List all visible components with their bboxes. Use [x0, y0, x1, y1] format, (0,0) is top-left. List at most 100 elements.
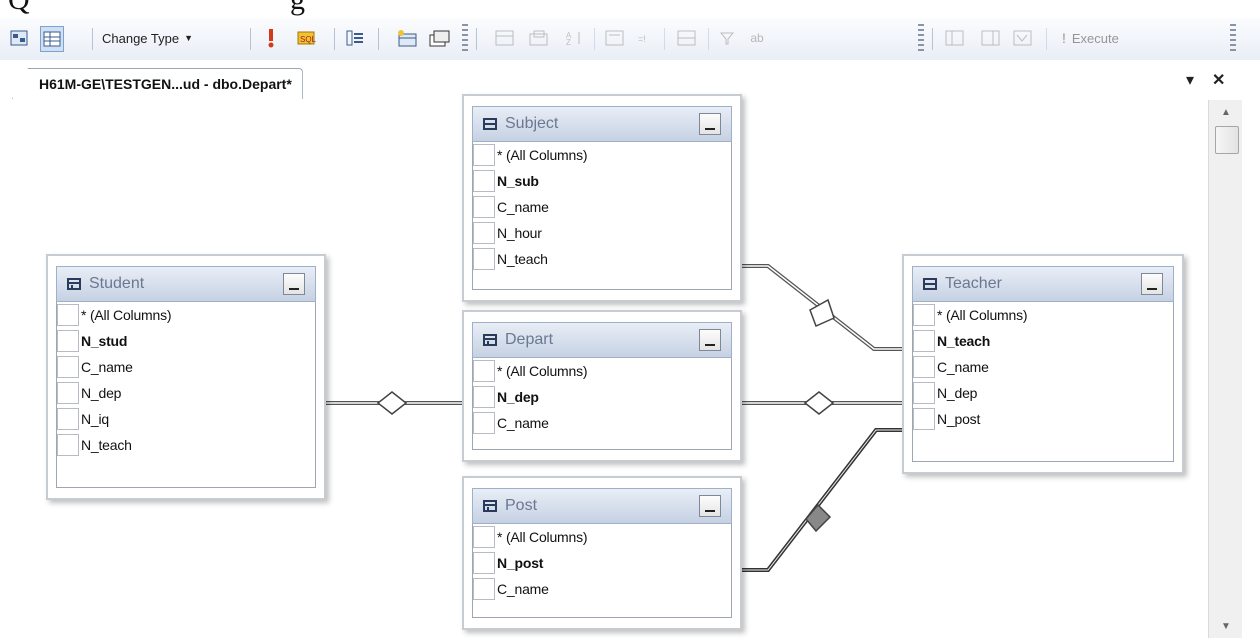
- column-row[interactable]: * (All Columns): [473, 358, 731, 384]
- column-name: N_post: [497, 555, 544, 571]
- column-name: C_name: [497, 415, 549, 431]
- column-row[interactable]: N_teach: [913, 328, 1173, 354]
- window-edge: [1242, 60, 1260, 638]
- column-checkbox[interactable]: [57, 434, 79, 456]
- column-row[interactable]: C_name: [913, 354, 1173, 380]
- column-checkbox[interactable]: [913, 330, 935, 352]
- column-row[interactable]: N_post: [913, 406, 1173, 432]
- column-row[interactable]: C_name: [473, 194, 731, 220]
- view-icon: [483, 334, 497, 346]
- column-row[interactable]: N_dep: [473, 384, 731, 410]
- column-row[interactable]: * (All Columns): [57, 302, 315, 328]
- column-name: C_name: [937, 359, 989, 375]
- column-row[interactable]: * (All Columns): [473, 142, 731, 168]
- column-name: N_teach: [497, 251, 548, 267]
- table-header[interactable]: Post: [472, 488, 732, 524]
- column-checkbox[interactable]: [57, 408, 79, 430]
- column-row[interactable]: N_post: [473, 550, 731, 576]
- column-name: N_iq: [81, 411, 109, 427]
- minimize-button[interactable]: [699, 113, 721, 135]
- column-checkbox[interactable]: [473, 248, 495, 270]
- table-title: Subject: [505, 115, 559, 132]
- column-row[interactable]: * (All Columns): [473, 524, 731, 550]
- column-row[interactable]: * (All Columns): [913, 302, 1173, 328]
- column-checkbox[interactable]: [57, 382, 79, 404]
- column-row[interactable]: C_name: [473, 410, 731, 436]
- table-icon: [483, 118, 497, 130]
- view-icon: [67, 278, 81, 290]
- table-subject[interactable]: Subject * (All Columns) N_sub C_name N_h…: [462, 94, 742, 302]
- column-checkbox[interactable]: [473, 144, 495, 166]
- table-header[interactable]: Depart: [472, 322, 732, 358]
- column-name: N_teach: [937, 333, 991, 349]
- column-checkbox[interactable]: [473, 222, 495, 244]
- column-checkbox[interactable]: [473, 386, 495, 408]
- column-checkbox[interactable]: [473, 412, 495, 434]
- column-checkbox[interactable]: [913, 304, 935, 326]
- table-depart[interactable]: Depart * (All Columns) N_dep C_name: [462, 310, 742, 462]
- column-row[interactable]: N_teach: [473, 246, 731, 272]
- column-name: N_stud: [81, 333, 128, 349]
- column-checkbox[interactable]: [473, 196, 495, 218]
- scroll-up-icon[interactable]: ▲: [1209, 102, 1243, 122]
- column-checkbox[interactable]: [57, 356, 79, 378]
- relationship-student-depart[interactable]: [322, 391, 462, 415]
- scroll-down-icon[interactable]: ▼: [1209, 616, 1243, 636]
- minimize-button[interactable]: [283, 273, 305, 295]
- minimize-button[interactable]: [1141, 273, 1163, 295]
- column-list: * (All Columns) N_teach C_name N_dep N_p…: [912, 302, 1174, 462]
- table-student[interactable]: Student * (All Columns) N_stud C_name N_…: [46, 254, 326, 500]
- column-name: N_dep: [497, 389, 539, 405]
- table-title: Student: [89, 275, 145, 292]
- column-checkbox[interactable]: [913, 408, 935, 430]
- column-name: N_sub: [497, 173, 539, 189]
- column-row[interactable]: N_iq: [57, 406, 315, 432]
- column-row[interactable]: N_teach: [57, 432, 315, 458]
- column-name: * (All Columns): [497, 363, 588, 379]
- column-list: * (All Columns) N_dep C_name: [472, 358, 732, 450]
- column-name: * (All Columns): [497, 147, 588, 163]
- column-checkbox[interactable]: [913, 356, 935, 378]
- column-checkbox[interactable]: [57, 304, 79, 326]
- column-row[interactable]: N_sub: [473, 168, 731, 194]
- table-title: Post: [505, 497, 538, 514]
- column-checkbox[interactable]: [473, 526, 495, 548]
- column-name: * (All Columns): [81, 307, 172, 323]
- view-icon: [483, 500, 497, 512]
- column-row[interactable]: N_hour: [473, 220, 731, 246]
- table-header[interactable]: Teacher: [912, 266, 1174, 302]
- column-row[interactable]: C_name: [473, 576, 731, 602]
- column-checkbox[interactable]: [473, 578, 495, 600]
- table-title: Depart: [505, 331, 554, 348]
- column-checkbox[interactable]: [473, 360, 495, 382]
- table-header[interactable]: Subject: [472, 106, 732, 142]
- column-list: * (All Columns) N_sub C_name N_hour N_te…: [472, 142, 732, 290]
- column-list: * (All Columns) N_post C_name: [472, 524, 732, 618]
- column-row[interactable]: N_dep: [913, 380, 1173, 406]
- minimize-button[interactable]: [699, 329, 721, 351]
- column-checkbox[interactable]: [913, 382, 935, 404]
- scroll-thumb[interactable]: [1215, 126, 1239, 154]
- table-teacher[interactable]: Teacher * (All Columns) N_teach C_name N…: [902, 254, 1184, 474]
- column-checkbox[interactable]: [473, 552, 495, 574]
- relationship-post-teacher[interactable]: [738, 428, 902, 572]
- column-row[interactable]: N_dep: [57, 380, 315, 406]
- column-name: N_post: [937, 411, 981, 427]
- column-list: * (All Columns) N_stud C_name N_dep N_iq…: [56, 302, 316, 488]
- relationship-depart-teacher[interactable]: [736, 391, 902, 415]
- column-checkbox[interactable]: [473, 170, 495, 192]
- column-name: * (All Columns): [497, 529, 588, 545]
- column-row[interactable]: C_name: [57, 354, 315, 380]
- column-checkbox[interactable]: [57, 330, 79, 352]
- minimize-button[interactable]: [699, 495, 721, 517]
- table-icon: [923, 278, 937, 290]
- table-header[interactable]: Student: [56, 266, 316, 302]
- column-name: C_name: [497, 199, 549, 215]
- column-row[interactable]: N_stud: [57, 328, 315, 354]
- column-name: * (All Columns): [937, 307, 1028, 323]
- relationship-subject-teacher[interactable]: [740, 264, 902, 351]
- column-name: N_hour: [497, 225, 542, 241]
- column-name: N_dep: [937, 385, 978, 401]
- vertical-scrollbar[interactable]: ▲ ▼: [1208, 100, 1243, 638]
- table-post[interactable]: Post * (All Columns) N_post C_name: [462, 476, 742, 630]
